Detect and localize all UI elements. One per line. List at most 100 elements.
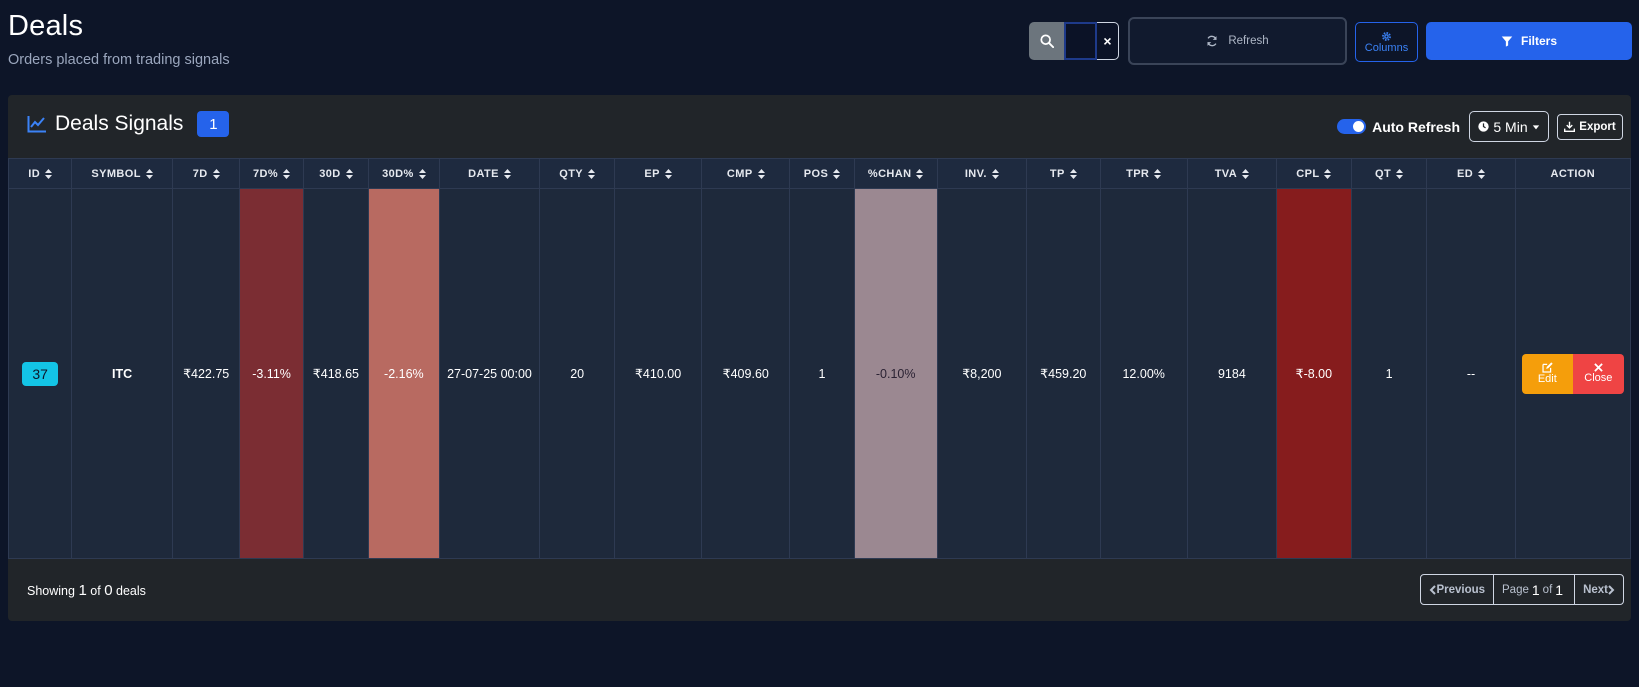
sort-icon: [991, 168, 999, 179]
sort-icon: [45, 168, 53, 179]
column-header-chan[interactable]: %CHAN: [853, 158, 938, 189]
cell-ep: ₹410.00: [613, 188, 703, 559]
auto-refresh-label: Auto Refresh: [1372, 118, 1460, 135]
clear-search-button[interactable]: ×: [1097, 22, 1119, 60]
edit-icon: [1542, 362, 1553, 373]
column-header-qty[interactable]: QTY: [539, 158, 615, 189]
close-label: Close: [1584, 372, 1613, 384]
column-header-qt[interactable]: QT: [1350, 158, 1428, 189]
column-header-ed[interactable]: ED: [1426, 158, 1516, 189]
sort-icon: [916, 168, 924, 179]
chevron-left-icon: [1430, 584, 1437, 595]
deals-count-badge: 1: [197, 111, 230, 137]
column-header-id[interactable]: ID: [7, 158, 73, 189]
cell-tpr: 12.00%: [1099, 188, 1188, 559]
refresh-interval-dropdown[interactable]: 5 Min: [1469, 111, 1549, 142]
next-page-button[interactable]: Next: [1575, 575, 1623, 604]
clock-icon: [1478, 121, 1490, 132]
column-header-tp[interactable]: TP: [1025, 158, 1101, 189]
column-header-7d-percent[interactable]: 7D%: [239, 158, 304, 189]
edit-button[interactable]: Edit: [1521, 353, 1573, 394]
column-header-ep[interactable]: EP: [613, 158, 703, 189]
cell-30d: ₹418.65: [302, 188, 370, 559]
auto-refresh-toggle[interactable]: [1337, 119, 1367, 134]
column-header-date[interactable]: DATE: [438, 158, 541, 189]
column-header-cpl[interactable]: CPL: [1276, 158, 1352, 189]
pagination: Previous Page 1 of 1 Next: [1420, 574, 1624, 605]
sort-icon: [345, 168, 353, 179]
column-header-action: ACTION: [1514, 158, 1632, 189]
sort-icon: [1396, 168, 1404, 179]
cell-qty: 20: [539, 188, 615, 559]
line-chart-icon: [27, 116, 46, 133]
cell-id: 37: [7, 188, 73, 559]
sort-icon: [283, 168, 291, 179]
filters-label: Filters: [1520, 34, 1557, 48]
sort-icon: [503, 168, 511, 179]
showing-summary: Showing 1 of 0 deals: [27, 582, 146, 599]
sort-icon: [1478, 168, 1486, 179]
gear-icon: [1382, 31, 1391, 41]
sort-icon: [757, 168, 765, 179]
cell-30d-percent: -2.16%: [368, 188, 440, 559]
cell-tva: 9184: [1186, 188, 1278, 559]
card-actions: Auto Refresh 5 Min Export: [1337, 111, 1631, 142]
cell-pos: 1: [789, 188, 855, 559]
search-input[interactable]: [1064, 22, 1097, 60]
export-label: Export: [1579, 120, 1616, 133]
column-header-symbol[interactable]: SYMBOL: [71, 158, 173, 189]
filters-button[interactable]: Filters: [1426, 22, 1632, 60]
filter-icon: [1501, 36, 1513, 47]
refresh-label: Refresh: [1228, 35, 1269, 47]
cell-cmp: ₹409.60: [701, 188, 791, 559]
close-icon: [1594, 363, 1603, 372]
column-header-30d-percent[interactable]: 30D%: [368, 158, 440, 189]
caret-down-icon: [1532, 124, 1539, 129]
download-icon: [1564, 121, 1576, 132]
export-button[interactable]: Export: [1557, 113, 1623, 140]
cell-date: 27-07-25 00:00: [438, 188, 541, 559]
column-header-tva[interactable]: TVA: [1186, 158, 1278, 189]
sort-icon: [1154, 168, 1162, 179]
cell-symbol: ITC: [71, 188, 173, 559]
cell-ed: --: [1426, 188, 1516, 559]
chevron-right-icon: [1608, 584, 1615, 595]
sort-icon: [833, 168, 841, 179]
column-header-inv[interactable]: INV.: [936, 158, 1027, 189]
table-row: 37 ITC ₹422.75 -3.11% ₹418.65 -2.16% 27-…: [7, 188, 1632, 559]
cell-tp: ₹459.20: [1025, 188, 1101, 559]
page-title: Deals: [8, 10, 84, 42]
column-header-7d[interactable]: 7D: [171, 158, 241, 189]
cell-inv: ₹8,200: [936, 188, 1027, 559]
search-button[interactable]: [1029, 22, 1064, 60]
deals-table: ID SYMBOL 7D 7D% 30D 30D% DATE QTY EP CM…: [7, 158, 1632, 559]
sort-icon: [588, 168, 596, 179]
cell-qt: 1: [1350, 188, 1428, 559]
deals-page: Deals Orders placed from trading signals…: [0, 0, 1639, 687]
previous-page-button[interactable]: Previous: [1421, 575, 1495, 604]
sort-icon: [145, 168, 153, 179]
deal-id-badge[interactable]: 37: [22, 361, 58, 386]
sort-icon: [1069, 168, 1077, 179]
close-deal-button[interactable]: Close: [1572, 353, 1624, 394]
cell-chan: -0.10%: [853, 188, 938, 559]
columns-button[interactable]: Columns: [1355, 22, 1418, 62]
column-header-pos[interactable]: POS: [789, 158, 855, 189]
column-header-tpr[interactable]: TPR: [1099, 158, 1188, 189]
card-title: Deals Signals: [55, 112, 184, 135]
search-group: ×: [1029, 22, 1119, 60]
page-indicator: Page 1 of 1: [1494, 575, 1576, 604]
deals-card: Deals Signals 1 Auto Refresh 5 Min Expor…: [7, 95, 1632, 621]
sort-icon: [1242, 168, 1250, 179]
column-header-30d[interactable]: 30D: [302, 158, 370, 189]
cell-cpl: ₹-8.00: [1276, 188, 1352, 559]
row-actions: Edit Close: [1516, 353, 1630, 394]
columns-label: Columns: [1364, 41, 1409, 54]
sort-icon: [212, 168, 220, 179]
sort-icon: [1324, 168, 1332, 179]
refresh-button[interactable]: Refresh: [1128, 17, 1347, 65]
column-header-cmp[interactable]: CMP: [701, 158, 791, 189]
refresh-icon: [1207, 35, 1218, 47]
cell-action: Edit Close: [1514, 188, 1632, 559]
table-header-row: ID SYMBOL 7D 7D% 30D 30D% DATE QTY EP CM…: [7, 158, 1632, 189]
